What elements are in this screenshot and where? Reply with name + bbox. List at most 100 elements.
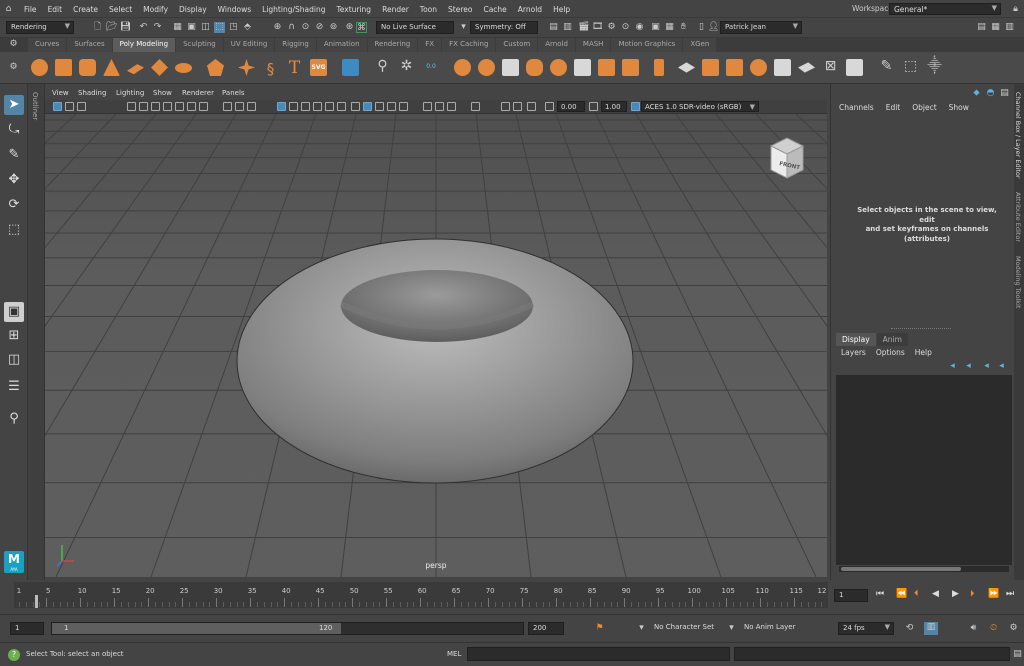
poly-plane-icon[interactable] <box>127 64 144 75</box>
gate-mask-icon[interactable] <box>223 102 232 111</box>
menu-render[interactable]: Render <box>382 5 409 14</box>
user-account-icon[interactable]: 👤︎ <box>708 22 719 33</box>
snap-live-icon[interactable]: ⊛ <box>344 22 355 33</box>
step-forward-key-icon[interactable]: ⏵ <box>970 589 975 600</box>
step-back-frame-icon[interactable]: ⏪ <box>896 589 907 600</box>
channel-box-toggle-icon[interactable]: ▥ <box>1004 22 1015 33</box>
append-polygon-icon[interactable] <box>726 59 743 76</box>
workspace-dropdown[interactable]: General* ▼ <box>889 3 1001 15</box>
new-layer-selected-icon[interactable]: ◂ <box>996 361 1007 372</box>
tab-modeling-toolkit[interactable]: Modeling Toolkit <box>1014 256 1022 308</box>
tab-attribute-editor[interactable]: Attribute Editor <box>1014 192 1022 242</box>
mirror-icon[interactable] <box>622 59 639 76</box>
character-set-dropdown[interactable]: No Character Set <box>650 622 724 635</box>
tool-settings-toggle-icon[interactable]: ▦ <box>990 22 1001 33</box>
playback-range-handle[interactable]: 1 120 <box>52 623 341 634</box>
select-tool-icon[interactable]: ➤ <box>4 95 24 115</box>
tab-custom[interactable]: Custom <box>496 38 538 52</box>
display-exposure-icon[interactable] <box>545 102 554 111</box>
select-hierarchy-icon[interactable]: ▦ <box>172 22 183 33</box>
sound-icon[interactable]: 🔊︎ <box>968 623 979 634</box>
new-empty-layer-icon[interactable]: ◂ <box>981 361 992 372</box>
tab-fx-caching[interactable]: FX Caching <box>442 38 496 52</box>
step-forward-frame-icon[interactable]: ⏩ <box>988 589 999 600</box>
make-live-icon[interactable]: ⌘ <box>356 22 367 33</box>
type-text-icon[interactable]: T <box>286 60 303 77</box>
layer-list-scrollbar[interactable] <box>839 566 1009 572</box>
move-layer-up-icon[interactable]: ◂ <box>947 361 958 372</box>
poly-cube-icon[interactable] <box>55 59 72 76</box>
boolean-difference-icon[interactable] <box>526 59 543 76</box>
bookmark-icon[interactable]: ⚑ <box>594 623 605 634</box>
tab-xgen[interactable]: XGen <box>683 38 717 52</box>
command-input[interactable] <box>467 647 730 661</box>
move-tool-icon[interactable]: ✥ <box>4 170 24 190</box>
tab-fx[interactable]: FX <box>418 38 442 52</box>
poly-cylinder-icon[interactable] <box>79 59 96 76</box>
wireframe-icon[interactable] <box>277 102 286 111</box>
menu-file[interactable]: File <box>24 5 37 14</box>
go-to-start-icon[interactable]: ⏮ <box>876 589 884 600</box>
menu-select[interactable]: Select <box>109 5 132 14</box>
fps-dropdown[interactable]: 24 fps ▼ <box>838 622 894 635</box>
poly-disc-icon[interactable] <box>175 63 192 73</box>
tab-uv-editing[interactable]: UV Editing <box>223 38 275 52</box>
help-icon[interactable]: ? <box>8 649 20 661</box>
grid-toggle-icon[interactable] <box>175 102 184 111</box>
four-view-layout-icon[interactable]: ⊞ <box>4 326 24 346</box>
perspective-viewport[interactable]: FRONT persp <box>45 114 827 577</box>
current-frame-field[interactable]: 1 <box>834 589 868 602</box>
gamma-toggle-icon[interactable] <box>589 102 598 111</box>
menu-stereo[interactable]: Stereo <box>448 5 472 14</box>
vertex-select-icon[interactable]: ⬘ <box>242 22 253 33</box>
single-perspective-layout-icon[interactable]: ▣ <box>4 302 24 322</box>
shelf-settings-icon[interactable]: ⚙ <box>8 39 19 50</box>
snap-surface-icon[interactable]: ⊚ <box>328 22 339 33</box>
poly-cone-icon[interactable] <box>103 59 120 76</box>
isolate-select-icon[interactable] <box>399 102 408 111</box>
graph-editor-icon[interactable]: ▥ <box>924 622 938 635</box>
outliner-collapsed-strip[interactable]: Outliner <box>28 84 45 580</box>
backface-culling-icon[interactable] <box>471 102 480 111</box>
textured-icon[interactable] <box>313 102 322 111</box>
color-management-icon[interactable] <box>631 102 640 111</box>
open-scene-icon[interactable]: 📂︎ <box>106 22 117 33</box>
symmetry-dropdown[interactable]: Symmetry: Off <box>470 21 538 34</box>
layout-icon[interactable]: ▯ <box>696 22 707 33</box>
arnold-render-icon[interactable]: ▣ <box>650 22 661 33</box>
snap-point-icon[interactable]: ⊙ <box>300 22 311 33</box>
viewport-menu-view[interactable]: View <box>52 89 69 97</box>
smooth-icon[interactable] <box>574 59 591 76</box>
rotate-tool-icon[interactable]: ⟳ <box>4 195 24 215</box>
2d-pan-zoom-icon[interactable] <box>151 102 160 111</box>
layer-menu-options[interactable]: Options <box>876 348 905 357</box>
modeling-toolkit-icon[interactable]: ▦ <box>664 22 675 33</box>
boolean-intersection-icon[interactable] <box>550 59 567 76</box>
layer-list[interactable] <box>836 375 1012 565</box>
scale-tool-icon[interactable]: ⬚ <box>4 220 24 240</box>
channel-box-dock-icon[interactable]: ▤ <box>999 88 1010 99</box>
home-icon[interactable]: ⌂ <box>3 4 14 15</box>
select-by-component-icon[interactable]: ◳ <box>228 22 239 33</box>
super-shape-icon[interactable] <box>238 59 255 76</box>
tab-rendering[interactable]: Rendering <box>367 38 418 52</box>
select-component-icon[interactable]: ◫ <box>200 22 211 33</box>
go-to-end-icon[interactable]: ⏭ <box>1006 589 1014 600</box>
script-language-toggle[interactable]: MEL <box>447 650 461 658</box>
auto-key-icon[interactable]: ⏲ <box>988 623 999 634</box>
tab-channel-box-layer-editor[interactable]: Channel Box / Layer Editor <box>1014 92 1022 179</box>
menu-arnold[interactable]: Arnold <box>518 5 542 14</box>
animation-start-field[interactable]: 1 <box>10 622 44 635</box>
live-surface-field[interactable]: No Live Surface <box>376 21 454 34</box>
input-history-icon[interactable]: ▤ <box>548 22 559 33</box>
animation-end-field[interactable]: 200 <box>528 622 564 635</box>
menu-texturing[interactable]: Texturing <box>336 5 371 14</box>
gamma-icon[interactable] <box>513 102 522 111</box>
menu-windows[interactable]: Windows <box>218 5 251 14</box>
connect-tool-icon[interactable]: ⸎ <box>926 59 943 78</box>
chevron-down-icon[interactable]: ▾ <box>636 623 647 634</box>
menu-help[interactable]: Help <box>553 5 570 14</box>
motion-blur-icon[interactable] <box>363 102 372 111</box>
chevron-down-icon[interactable]: ▾ <box>458 22 469 33</box>
user-dropdown[interactable]: Patrick Jean ▼ <box>720 21 802 34</box>
